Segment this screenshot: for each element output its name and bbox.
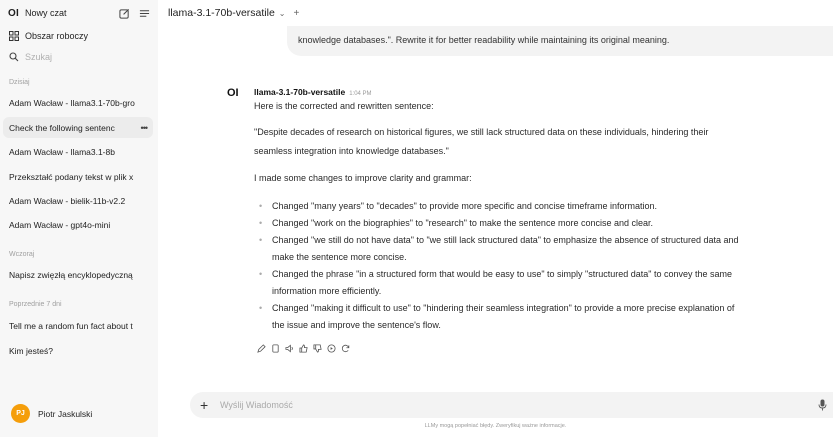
edit-icon[interactable] (257, 340, 266, 353)
section-title-today: Dzisiaj (9, 79, 30, 86)
speaker-icon[interactable] (285, 340, 294, 353)
chat-item[interactable]: Tell me a random fun fact about t (9, 321, 149, 331)
chat-item[interactable]: Adam Wacław - llama3.1-8b (9, 147, 149, 157)
attach-button[interactable]: + (200, 397, 216, 413)
regenerate-icon[interactable] (341, 340, 350, 353)
user-message-bubble: knowledge databases.". Rewrite it for be… (287, 26, 833, 56)
more-options-icon[interactable]: ••• (141, 123, 149, 133)
user-menu[interactable]: PJ Piotr Jaskulski (11, 404, 92, 423)
list-item: Changed "many years" to "decades" to pro… (254, 198, 829, 215)
chat-item-active[interactable]: Check the following sentenc ••• (3, 117, 153, 138)
section-title-yesterday: Wczoraj (9, 251, 35, 258)
section-title-previous-7-days: Poprzednie 7 dni (9, 301, 62, 308)
list-item-continuation: make the sentence more concise. (272, 252, 407, 262)
chat-header: llama-3.1-70b-versatile ⌄ + (158, 0, 833, 26)
list-item: Changed the phrase "in a structured form… (254, 266, 829, 283)
info-icon[interactable] (327, 340, 336, 353)
changes-intro: I made some changes to improve clarity a… (254, 173, 472, 183)
chat-item[interactable]: Adam Wacław - bielik-11b-v2.2 (9, 196, 149, 206)
search-field[interactable]: Szukaj (0, 48, 158, 66)
workspace-icon (9, 31, 19, 41)
message-composer: + (190, 392, 833, 418)
chat-item-label: Check the following sentenc (9, 122, 115, 133)
sidebar-header: OI Nowy czat (0, 0, 158, 26)
new-chat-icon[interactable] (119, 8, 130, 19)
user-message-text: knowledge databases.". Rewrite it for be… (298, 35, 670, 45)
message-input[interactable] (220, 400, 800, 410)
sidebar: OI Nowy czat Obszar roboczy Szukaj Dzisi… (0, 0, 158, 437)
assistant-avatar: OI (227, 87, 239, 99)
assistant-intro: Here is the corrected and rewritten sent… (254, 101, 434, 111)
user-name: Piotr Jaskulski (38, 408, 93, 419)
search-icon (9, 52, 19, 62)
chevron-down-icon[interactable]: ⌄ (279, 9, 286, 18)
list-item: Changed "we still do not have data" to "… (254, 232, 829, 249)
disclaimer: LLMy mogą popełniać błędy. Zweryfikuj wa… (424, 423, 567, 429)
assistant-header: llama-3.1-70b-versatile 1:04 PM (254, 87, 372, 97)
thumbs-down-icon[interactable] (313, 340, 322, 353)
chat-item[interactable]: Napisz zwięzłą encyklopedyczną (9, 270, 149, 280)
workspace-label: Obszar roboczy (25, 31, 89, 41)
new-chat-link[interactable]: Nowy czat (25, 8, 67, 18)
avatar: PJ (11, 404, 30, 423)
chat-item[interactable]: Adam Wacław - llama3.1-70b-gro (9, 98, 149, 108)
model-selector[interactable]: llama-3.1-70b-versatile (168, 7, 275, 19)
workspace-item[interactable]: Obszar roboczy (0, 27, 158, 45)
chat-item[interactable]: Przekształć podany tekst w plik x (9, 172, 149, 182)
chat-item[interactable]: Kim jesteś? (9, 346, 149, 356)
menu-icon[interactable] (139, 8, 150, 19)
list-item-continuation: the issue and improve the sentence's flo… (272, 320, 441, 330)
message-actions (257, 340, 350, 353)
list-item: Changed "work on the biographies" to "re… (254, 215, 829, 232)
message-time: 1:04 PM (349, 91, 372, 97)
copy-icon[interactable] (271, 340, 280, 353)
thumbs-up-icon[interactable] (299, 340, 308, 353)
add-model-button[interactable]: + (294, 8, 300, 19)
microphone-icon[interactable] (818, 399, 827, 411)
assistant-name: llama-3.1-70b-versatile (254, 87, 346, 97)
quote-line: "Despite decades of research on historic… (254, 127, 709, 137)
list-item-continuation: information more efficiently. (272, 286, 382, 296)
list-item: Changed "making it difficult to use" to … (254, 300, 829, 317)
search-placeholder: Szukaj (25, 52, 53, 62)
app-logo: OI (8, 7, 19, 19)
chat-item[interactable]: Adam Wacław - gpt4o-mini (9, 220, 149, 230)
quote-line: seamless integration into knowledge data… (254, 146, 449, 156)
changes-list: Changed "many years" to "decades" to pro… (254, 198, 829, 334)
